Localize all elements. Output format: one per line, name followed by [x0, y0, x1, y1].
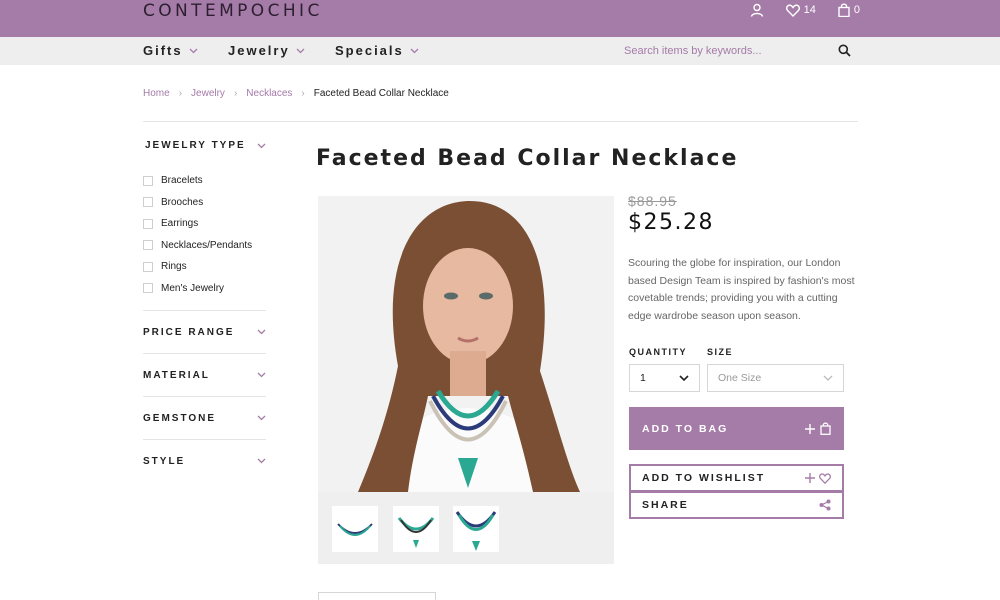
wishlist-link[interactable]: 14: [785, 3, 816, 17]
button-label: SHARE: [642, 499, 689, 511]
add-to-wishlist-button[interactable]: ADD TO WISHLIST: [629, 464, 844, 492]
bag-link[interactable]: 0: [838, 3, 860, 17]
breadcrumb-home[interactable]: Home: [143, 88, 170, 99]
account-icon[interactable]: [750, 3, 764, 17]
breadcrumb-current: Faceted Bead Collar Necklace: [313, 88, 449, 99]
filter-title: GEMSTONE: [143, 412, 217, 424]
filter-option-earrings[interactable]: Earrings: [143, 213, 266, 235]
chevron-down-icon: [257, 458, 266, 464]
filter-title: PRICE RANGE: [143, 326, 235, 338]
product-thumbnail[interactable]: [332, 506, 378, 552]
filter-price-range[interactable]: PRICE RANGE: [143, 310, 266, 353]
plus-heart-icon: [805, 472, 831, 484]
product-title: Faceted Bead Collar Necklace: [316, 146, 739, 171]
filter-sidebar: JEWELRY TYPE Bracelets Brooches Earrings…: [143, 140, 266, 482]
size-value: One Size: [718, 372, 762, 384]
share-icon: [819, 499, 831, 511]
heart-icon: [785, 3, 800, 17]
divider: [143, 121, 858, 122]
option-label: Rings: [161, 261, 187, 273]
option-label: Brooches: [161, 196, 204, 208]
option-label: Bracelets: [161, 175, 203, 187]
size-label: SIZE: [707, 347, 734, 357]
search-input[interactable]: [624, 42, 824, 60]
quantity-label: QUANTITY: [629, 347, 687, 357]
chevron-right-icon: ›: [301, 88, 305, 99]
nav-item-specials[interactable]: Specials: [335, 43, 419, 58]
filter-option-rings[interactable]: Rings: [143, 256, 266, 278]
chevron-down-icon: [823, 375, 833, 381]
filter-option-brooches[interactable]: Brooches: [143, 192, 266, 214]
nav-item-label: Jewelry: [228, 43, 290, 58]
filter-title: JEWELRY TYPE: [145, 140, 246, 151]
nav-item-gifts[interactable]: Gifts: [143, 43, 198, 58]
tab-panel-edge: [318, 592, 436, 600]
plus-bag-icon: [805, 422, 831, 435]
bag-count: 0: [853, 4, 860, 16]
chevron-down-icon: [257, 372, 266, 378]
filter-gemstone[interactable]: GEMSTONE: [143, 396, 266, 439]
product-thumbnail[interactable]: [393, 506, 439, 552]
chevron-right-icon: ›: [178, 88, 183, 99]
product-main-image[interactable]: [318, 196, 614, 492]
button-label: ADD TO BAG: [642, 422, 729, 435]
nav-item-label: Gifts: [143, 43, 183, 58]
checkbox[interactable]: [143, 240, 153, 251]
main-nav: Gifts Jewelry Specials: [0, 37, 1000, 65]
checkbox[interactable]: [143, 197, 153, 208]
size-select[interactable]: One Size: [707, 364, 844, 392]
chevron-down-icon: [296, 48, 305, 53]
filter-title: STYLE: [143, 455, 186, 467]
site-logo[interactable]: CONTEMPOCHIC: [143, 1, 323, 21]
chevron-down-icon: [257, 329, 266, 335]
quantity-value: 1: [640, 372, 646, 384]
filter-option-necklaces-pendants[interactable]: Necklaces/Pendants: [143, 235, 266, 257]
shopping-bag-icon: [838, 3, 850, 17]
checkbox[interactable]: [143, 218, 153, 229]
top-bar: CONTEMPOCHIC 14 0: [0, 0, 1000, 37]
product-description: Scouring the globe for inspiration, our …: [628, 257, 855, 322]
filter-style[interactable]: STYLE: [143, 439, 266, 482]
option-label: Necklaces/Pendants: [161, 239, 253, 251]
checkbox[interactable]: [143, 261, 153, 272]
quantity-select[interactable]: 1: [629, 364, 700, 392]
nav-item-jewelry[interactable]: Jewelry: [228, 43, 305, 58]
product-gallery: [318, 196, 614, 564]
breadcrumb: Home › Jewelry › Necklaces › Faceted Bea…: [143, 88, 449, 99]
original-price: $88.95: [628, 193, 677, 209]
chevron-down-icon: [410, 48, 419, 53]
chevron-down-icon: [257, 143, 266, 148]
chevron-down-icon: [679, 375, 689, 381]
option-label: Men's Jewelry: [161, 282, 225, 294]
filter-title: MATERIAL: [143, 369, 210, 381]
filter-jewelry-type-header[interactable]: JEWELRY TYPE: [143, 140, 266, 151]
option-label: Earrings: [161, 218, 199, 230]
chevron-down-icon: [189, 48, 198, 53]
share-button[interactable]: SHARE: [629, 491, 844, 519]
checkbox[interactable]: [143, 283, 153, 294]
sale-price: $25.28: [628, 210, 714, 235]
checkbox[interactable]: [143, 175, 153, 186]
chevron-right-icon: ›: [233, 88, 238, 99]
filter-option-bracelets[interactable]: Bracelets: [143, 170, 266, 192]
breadcrumb-necklaces[interactable]: Necklaces: [246, 88, 292, 99]
chevron-down-icon: [257, 415, 266, 421]
wishlist-count: 14: [803, 4, 816, 16]
search-icon[interactable]: [838, 44, 851, 62]
filter-option-mens-jewelry[interactable]: Men's Jewelry: [143, 278, 266, 300]
nav-item-label: Specials: [335, 43, 404, 58]
button-label: ADD TO WISHLIST: [642, 472, 766, 484]
breadcrumb-jewelry[interactable]: Jewelry: [191, 88, 225, 99]
add-to-bag-button[interactable]: ADD TO BAG: [629, 407, 844, 450]
filter-material[interactable]: MATERIAL: [143, 353, 266, 396]
product-thumbnail[interactable]: [453, 506, 499, 552]
jewelry-type-options: Bracelets Brooches Earrings Necklaces/Pe…: [143, 170, 266, 299]
